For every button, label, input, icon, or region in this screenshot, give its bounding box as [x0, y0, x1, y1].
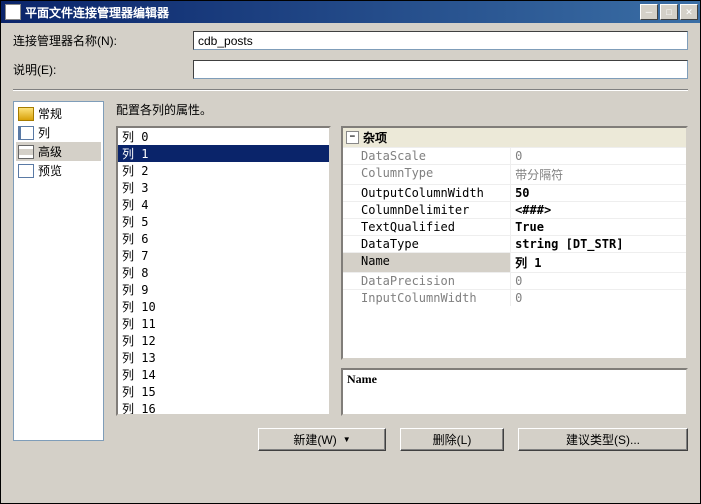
nav-item-label: 高级	[38, 143, 62, 160]
description-label: 说明(E):	[13, 61, 193, 78]
property-name: ColumnDelimiter	[343, 202, 511, 218]
titlebar: 平面文件连接管理器编辑器 ─ □ ✕	[1, 1, 700, 23]
property-value[interactable]: string [DT_STR]	[511, 236, 686, 252]
property-row[interactable]: InputColumnWidth0	[343, 289, 686, 306]
list-item[interactable]: 列 4	[118, 196, 329, 213]
nav-item[interactable]: 列	[16, 123, 101, 142]
property-value[interactable]: 列 1	[511, 253, 686, 272]
nav-item[interactable]: 常规	[16, 104, 101, 123]
collapse-icon[interactable]: −	[346, 131, 359, 144]
nav-icon	[18, 107, 34, 121]
nav-list[interactable]: 常规列高级预览	[13, 101, 104, 441]
list-item[interactable]: 列 7	[118, 247, 329, 264]
column-listbox[interactable]: 列 0列 1列 2列 3列 4列 5列 6列 7列 8列 9列 10列 11列 …	[116, 126, 331, 416]
nav-icon	[18, 145, 34, 159]
nav-icon	[18, 164, 34, 178]
connection-name-input[interactable]	[193, 31, 688, 50]
delete-button[interactable]: 删除(L)	[400, 428, 504, 451]
dialog-window: 平面文件连接管理器编辑器 ─ □ ✕ 连接管理器名称(N): 说明(E): 常规…	[0, 0, 701, 504]
minimize-button[interactable]: ─	[640, 4, 658, 20]
property-row[interactable]: Name列 1	[343, 252, 686, 272]
property-value[interactable]: <###>	[511, 202, 686, 218]
list-item[interactable]: 列 3	[118, 179, 329, 196]
property-grid[interactable]: −杂项DataScale0ColumnType带分隔符OutputColumnW…	[341, 126, 688, 360]
app-icon	[5, 4, 21, 20]
list-item[interactable]: 列 0	[118, 128, 329, 145]
nav-item-label: 列	[38, 124, 50, 141]
property-value[interactable]: True	[511, 219, 686, 235]
property-row[interactable]: ColumnType带分隔符	[343, 164, 686, 184]
divider	[13, 89, 688, 91]
property-row[interactable]: DataTypestring [DT_STR]	[343, 235, 686, 252]
property-name: ColumnType	[343, 165, 511, 184]
window-title: 平面文件连接管理器编辑器	[25, 4, 638, 21]
list-item[interactable]: 列 5	[118, 213, 329, 230]
property-name: DataPrecision	[343, 273, 511, 289]
section-caption: 配置各列的属性。	[116, 101, 688, 118]
nav-icon	[18, 126, 34, 140]
property-name: TextQualified	[343, 219, 511, 235]
property-name: DataType	[343, 236, 511, 252]
suggest-types-button[interactable]: 建议类型(S)...	[518, 428, 688, 451]
list-item[interactable]: 列 10	[118, 298, 329, 315]
list-item[interactable]: 列 14	[118, 366, 329, 383]
property-name: Name	[343, 253, 511, 272]
new-button[interactable]: 新建(W)▼	[258, 428, 386, 451]
list-item[interactable]: 列 2	[118, 162, 329, 179]
property-row[interactable]: DataScale0	[343, 147, 686, 164]
list-item[interactable]: 列 9	[118, 281, 329, 298]
property-name: OutputColumnWidth	[343, 185, 511, 201]
property-value[interactable]: 50	[511, 185, 686, 201]
list-item[interactable]: 列 12	[118, 332, 329, 349]
property-row[interactable]: TextQualifiedTrue	[343, 218, 686, 235]
list-item[interactable]: 列 11	[118, 315, 329, 332]
property-name: InputColumnWidth	[343, 290, 511, 306]
dialog-content: 连接管理器名称(N): 说明(E): 常规列高级预览 配置各列的属性。 列 0列…	[1, 23, 700, 451]
property-description: Name	[341, 368, 688, 416]
property-value[interactable]: 0	[511, 148, 686, 164]
window-buttons: ─ □ ✕	[638, 4, 698, 20]
category-label: 杂项	[363, 129, 387, 146]
chevron-down-icon: ▼	[343, 435, 351, 444]
property-description-title: Name	[347, 372, 377, 386]
maximize-button[interactable]: □	[660, 4, 678, 20]
nav-item[interactable]: 高级	[16, 142, 101, 161]
nav-item-label: 常规	[38, 105, 62, 122]
description-input[interactable]	[193, 60, 688, 79]
close-button[interactable]: ✕	[680, 4, 698, 20]
list-item[interactable]: 列 16	[118, 400, 329, 416]
property-row[interactable]: DataPrecision0	[343, 272, 686, 289]
property-value[interactable]: 0	[511, 273, 686, 289]
list-item[interactable]: 列 8	[118, 264, 329, 281]
property-name: DataScale	[343, 148, 511, 164]
nav-item[interactable]: 预览	[16, 161, 101, 180]
property-category[interactable]: −杂项	[343, 128, 686, 147]
list-item[interactable]: 列 13	[118, 349, 329, 366]
property-row[interactable]: ColumnDelimiter<###>	[343, 201, 686, 218]
list-item[interactable]: 列 1	[118, 145, 329, 162]
property-value[interactable]: 带分隔符	[511, 165, 686, 184]
name-label: 连接管理器名称(N):	[13, 32, 193, 49]
nav-item-label: 预览	[38, 162, 62, 179]
list-item[interactable]: 列 6	[118, 230, 329, 247]
property-row[interactable]: OutputColumnWidth50	[343, 184, 686, 201]
list-item[interactable]: 列 15	[118, 383, 329, 400]
property-value[interactable]: 0	[511, 290, 686, 306]
